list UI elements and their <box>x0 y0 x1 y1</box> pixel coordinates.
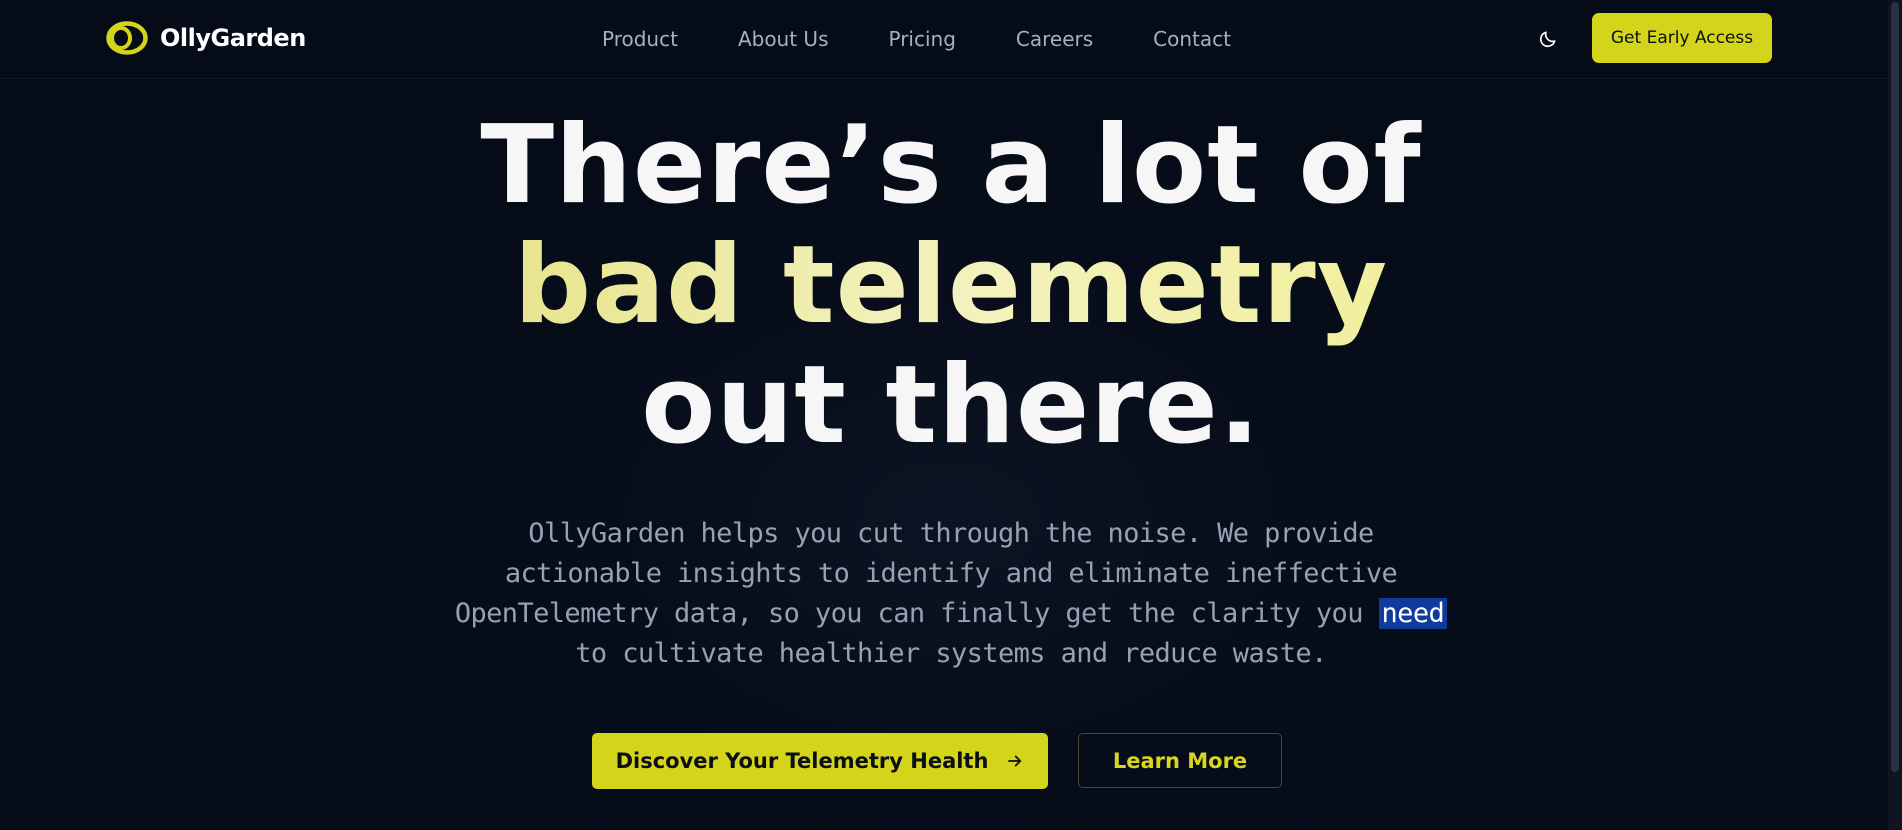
get-early-access-button[interactable]: Get Early Access <box>1592 13 1772 63</box>
hero-title-line-1: There’s a lot of <box>480 103 1422 228</box>
main-nav: Product About Us Pricing Careers Contact <box>572 24 1261 54</box>
hero-subtitle-text-before: OllyGarden helps you cut through the noi… <box>454 518 1398 629</box>
ollygarden-logo-icon <box>106 21 148 55</box>
nav-item-careers[interactable]: Careers <box>986 24 1123 54</box>
nav-item-about-us[interactable]: About Us <box>708 24 859 54</box>
page-scrollbar[interactable] <box>1888 0 1902 830</box>
arrow-right-icon <box>1008 755 1022 767</box>
brand-name: OllyGarden <box>160 24 306 52</box>
hero-title-line-3: out there. <box>641 343 1261 468</box>
moon-icon <box>1539 31 1556 48</box>
scrollbar-thumb[interactable] <box>1891 2 1899 772</box>
nav-item-contact[interactable]: Contact <box>1123 24 1261 54</box>
brand-logo-link[interactable]: OllyGarden <box>106 20 306 56</box>
landing-page: OllyGarden Product About Us Pricing Care… <box>0 0 1902 830</box>
hero-title: There’s a lot of bad telemetry out there… <box>351 106 1551 466</box>
nav-item-pricing[interactable]: Pricing <box>858 24 985 54</box>
hero-title-highlight: bad telemetry <box>351 226 1551 346</box>
hero-subtitle-selected-text: need <box>1378 598 1448 629</box>
nav-item-product[interactable]: Product <box>572 24 708 54</box>
discover-telemetry-health-label: Discover Your Telemetry Health <box>615 749 989 773</box>
theme-toggle-button[interactable] <box>1532 24 1564 54</box>
discover-telemetry-health-button[interactable]: Discover Your Telemetry Health <box>592 733 1048 789</box>
hero-subtitle-text-after: to cultivate healthier systems and reduc… <box>575 638 1327 669</box>
learn-more-button[interactable]: Learn More <box>1078 733 1282 788</box>
hero-subtitle: OllyGarden helps you cut through the noi… <box>451 514 1451 674</box>
site-header: OllyGarden Product About Us Pricing Care… <box>0 0 1888 79</box>
